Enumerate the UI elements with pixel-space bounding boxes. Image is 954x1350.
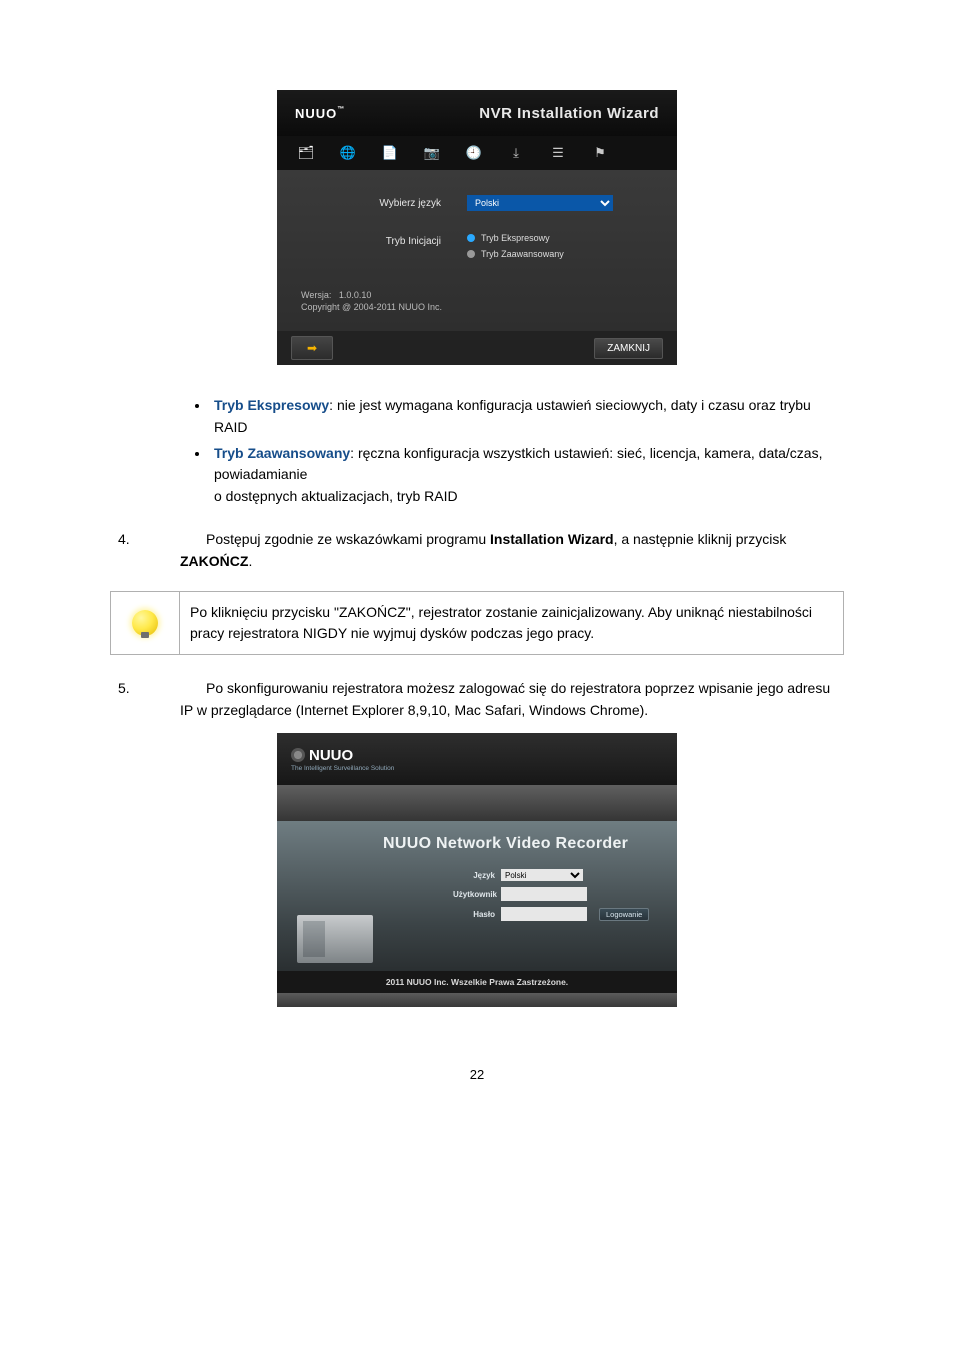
step-license-icon[interactable]: 📄 [381,145,399,161]
step-raid-icon[interactable]: ☰ [549,145,567,161]
page-number: 22 [110,1067,844,1082]
step-number: 5. [136,677,206,699]
login-brand: NUUO [291,747,394,764]
login-lang-label: Język [453,871,495,880]
step-time-icon[interactable]: 🕘 [465,145,483,161]
login-subbar [277,785,677,821]
brand-logo: NUUO™ [295,106,345,121]
step-icon-bar: 🗂 🌐 📄 📷 🕘 ⤓ ☰ ⚑ [277,136,677,170]
brand-text: NUUO [295,106,337,121]
radio-dot-on-icon [467,234,475,242]
step4-text2: , a następnie kliknij przycisk [614,531,787,547]
tip-icon-cell [111,591,180,654]
login-user-input[interactable] [501,887,587,901]
login-topbar: NUUO The Intelligent Surveillance Soluti… [277,733,677,785]
login-screenshot: NUUO The Intelligent Surveillance Soluti… [277,733,677,1007]
mode-label: Tryb Inicjacji [301,233,451,247]
mode-express-radio[interactable]: Tryb Ekspresowy [467,233,653,243]
version-value: 1.0.0.10 [339,290,372,300]
tip-text: Po kliknięciu przycisku "ZAKOŃCZ", rejes… [180,591,844,654]
radio-dot-off-icon [467,250,475,258]
login-footer [277,993,677,1007]
mode-express-text: Tryb Ekspresowy [481,233,550,243]
step5-text: Po skonfigurowaniu rejestratora możesz z… [180,680,830,718]
login-brand-text: NUUO [309,747,353,764]
gear-icon [291,748,305,762]
device-image [297,893,373,963]
step-number: 4. [136,528,206,550]
arrow-right-icon: ➡ [307,341,317,355]
close-button[interactable]: ZAMKNIJ [594,338,663,359]
login-pass-input[interactable] [501,907,587,921]
login-button[interactable]: Logowanie [599,908,649,921]
login-copyright: 2011 NUUO Inc. Wszelkie Prawa Zastrzeżon… [277,971,677,993]
login-form: Język Polski Użytkownik Hasło Logowanie [453,869,649,927]
wizard-title: NVR Installation Wizard [345,105,659,122]
step-camera-icon[interactable]: 📷 [423,145,441,161]
version-label: Wersja: [301,290,331,300]
step-network-icon[interactable]: 🌐 [339,145,357,161]
trademark: ™ [337,106,345,113]
login-title: NUUO Network Video Recorder [383,835,628,853]
login-tagline: The Intelligent Surveillance Solution [291,765,394,772]
login-lang-select[interactable]: Polski [501,869,583,881]
wizard-copyright: Copyright @ 2004-2011 NUUO Inc. [301,302,442,312]
step4-bold1: Installation Wizard [490,531,614,547]
list-item: Tryb Ekspresowy: nie jest wymagana konfi… [210,395,844,438]
step-5: 5.Po skonfigurowaniu rejestratora możesz… [110,677,844,722]
login-pass-label: Hasło [453,910,495,919]
mode-advanced-text: Tryb Zaawansowany [481,249,564,259]
next-button[interactable]: ➡ [291,336,333,360]
language-label: Wybierz język [301,195,451,209]
express-mode-name: Tryb Ekspresowy [214,397,329,413]
wizard-header: NUUO™ NVR Installation Wizard [277,90,677,136]
step-finish-icon[interactable]: ⚑ [591,145,609,161]
step-4: 4.Postępuj zgodnie ze wskazówkami progra… [110,528,844,573]
wizard-body: Wybierz język Polski Tryb Inicjacji Tryb… [277,170,677,331]
step4-text1: Postępuj zgodnie ze wskazówkami programu [206,531,490,547]
mode-advanced-radio[interactable]: Tryb Zaawansowany [467,249,653,259]
wizard-screenshot: NUUO™ NVR Installation Wizard 🗂 🌐 📄 📷 🕘 … [277,90,677,365]
advanced-mode-desc-2: o dostępnych aktualizacjach, tryb RAID [214,488,458,504]
advanced-mode-name: Tryb Zaawansowany [214,445,350,461]
wizard-footer: ➡ ZAMKNIJ [277,331,677,365]
language-select[interactable]: Polski [467,195,613,211]
tip-box: Po kliknięciu przycisku "ZAKOŃCZ", rejes… [110,591,844,655]
wizard-meta: Wersja: 1.0.0.10 Copyright @ 2004-2011 N… [301,290,653,313]
lightbulb-icon [132,610,158,636]
step-language-icon[interactable]: 🗂 [297,145,315,161]
list-item: Tryb Zaawansowany: ręczna konfiguracja w… [210,443,844,508]
login-user-label: Użytkownik [453,890,495,899]
step4-text3: . [248,553,252,569]
step4-bold2: ZAKOŃCZ [180,553,248,569]
step-notify-icon[interactable]: ⤓ [507,145,525,161]
login-main: NUUO Network Video Recorder Język Polski… [277,821,677,971]
modes-list: Tryb Ekspresowy: nie jest wymagana konfi… [110,395,844,507]
